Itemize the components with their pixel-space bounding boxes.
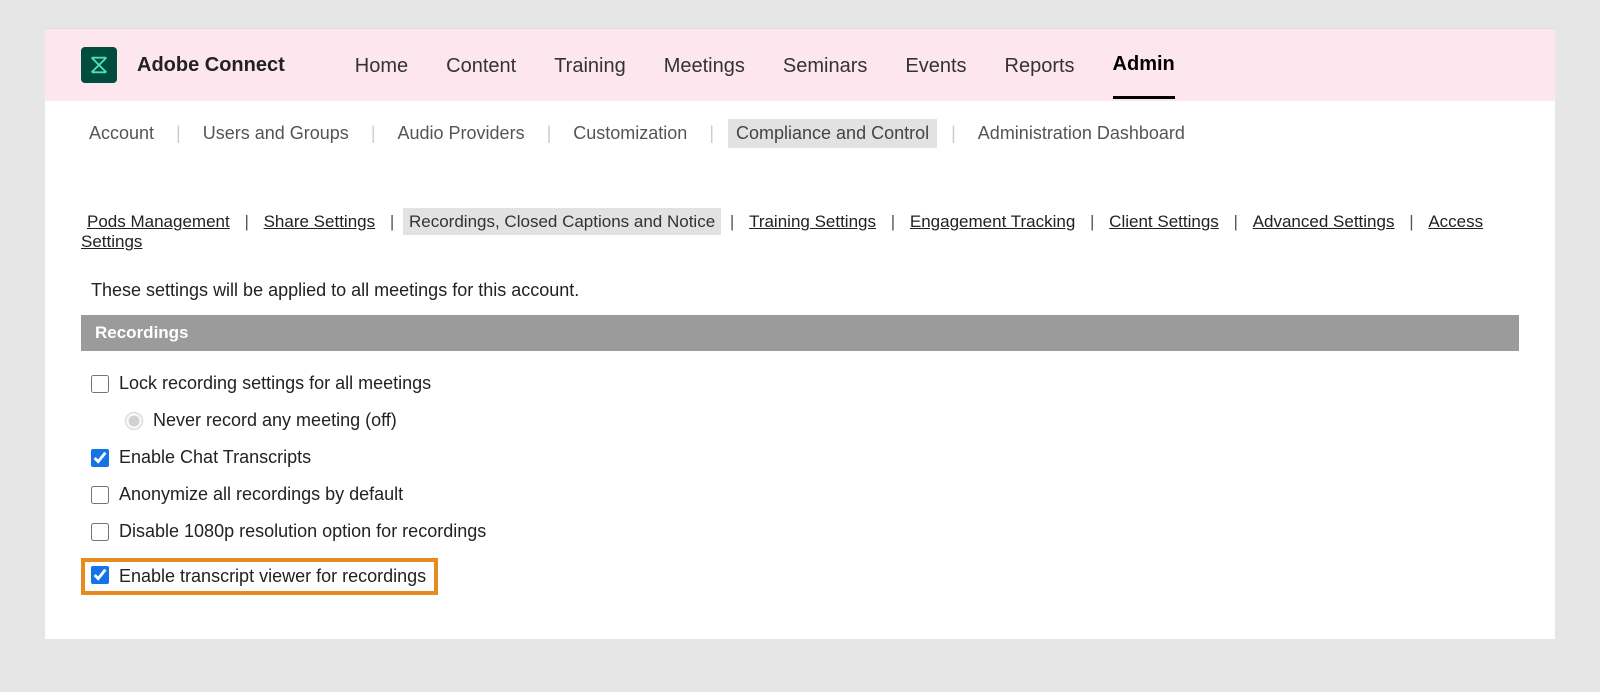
label-never-record: Never record any meeting (off) [153,410,397,431]
divider: | [547,123,552,144]
pipe: | [240,212,252,231]
label-disable-1080p[interactable]: Disable 1080p resolution option for reco… [119,521,486,542]
tab-training-settings[interactable]: Training Settings [743,208,882,235]
divider: | [371,123,376,144]
checkbox-lock-recording[interactable] [91,375,109,393]
pipe: | [1086,212,1098,231]
content-area: These settings will be applied to all me… [45,262,1555,639]
checkbox-disable-1080p[interactable] [91,523,109,541]
product-logo [81,47,117,83]
pipe: | [1230,212,1242,231]
label-enable-transcript-viewer[interactable]: Enable transcript viewer for recordings [119,566,426,587]
subnav-compliance-control[interactable]: Compliance and Control [728,119,937,148]
subnav-customization[interactable]: Customization [565,119,695,148]
pipe: | [887,212,899,231]
sub-nav: Account | Users and Groups | Audio Provi… [45,101,1555,166]
option-enable-chat-transcripts: Enable Chat Transcripts [91,439,1509,476]
label-lock-recording[interactable]: Lock recording settings for all meetings [119,373,431,394]
checkbox-anonymize[interactable] [91,486,109,504]
nav-meetings[interactable]: Meetings [664,33,745,98]
checkbox-enable-transcript-viewer[interactable] [91,566,109,584]
nav-admin[interactable]: Admin [1113,31,1175,99]
highlight-box: Enable transcript viewer for recordings [81,558,438,595]
topbar: Adobe Connect Home Content Training Meet… [45,29,1555,101]
nav-content[interactable]: Content [446,33,516,98]
section-header-recordings: Recordings [81,315,1519,351]
nav-events[interactable]: Events [905,33,966,98]
pipe: | [726,212,738,231]
recordings-options: Lock recording settings for all meetings… [81,351,1519,609]
label-anonymize[interactable]: Anonymize all recordings by default [119,484,403,505]
label-enable-chat-transcripts[interactable]: Enable Chat Transcripts [119,447,311,468]
radio-never-record [125,412,143,430]
intro-text: These settings will be applied to all me… [81,270,1519,315]
main-nav: Home Content Training Meetings Seminars … [355,31,1175,99]
tab-advanced-settings[interactable]: Advanced Settings [1247,208,1401,235]
option-enable-transcript-viewer: Enable transcript viewer for recordings [91,550,1509,603]
tab-recordings-cc-notice[interactable]: Recordings, Closed Captions and Notice [403,208,721,235]
tab-engagement-tracking[interactable]: Engagement Tracking [904,208,1081,235]
option-anonymize: Anonymize all recordings by default [91,476,1509,513]
pipe: | [1405,212,1417,231]
tab-share-settings[interactable]: Share Settings [258,208,382,235]
option-disable-1080p: Disable 1080p resolution option for reco… [91,513,1509,550]
connect-logo-icon [88,54,110,76]
product-name: Adobe Connect [137,54,285,77]
subnav-admin-dashboard[interactable]: Administration Dashboard [970,119,1193,148]
compliance-tabs: Pods Management | Share Settings | Recor… [45,166,1555,262]
pipe: | [386,212,398,231]
nav-home[interactable]: Home [355,33,408,98]
subnav-users-groups[interactable]: Users and Groups [195,119,357,148]
nav-reports[interactable]: Reports [1005,33,1075,98]
subnav-account[interactable]: Account [81,119,162,148]
option-lock-recording: Lock recording settings for all meetings [91,365,1509,402]
nav-training[interactable]: Training [554,33,626,98]
divider: | [709,123,714,144]
divider: | [176,123,181,144]
divider: | [951,123,956,144]
subnav-audio-providers[interactable]: Audio Providers [390,119,533,148]
tab-client-settings[interactable]: Client Settings [1103,208,1225,235]
nav-seminars[interactable]: Seminars [783,33,867,98]
option-never-record: Never record any meeting (off) [91,402,1509,439]
checkbox-enable-chat-transcripts[interactable] [91,449,109,467]
app-window: Adobe Connect Home Content Training Meet… [45,28,1555,639]
